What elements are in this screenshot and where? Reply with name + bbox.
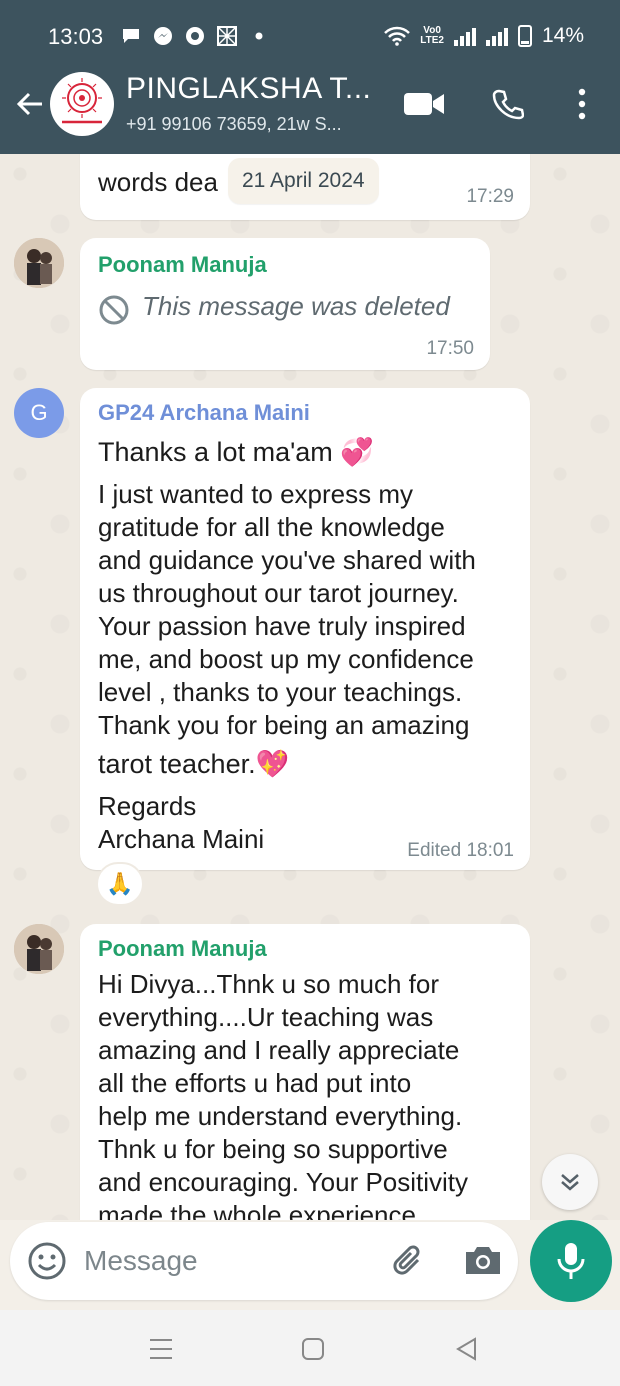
battery-percent: 14% <box>541 24 584 47</box>
message-text: Hi Divya...Thnk u so much for everything… <box>98 969 469 1220</box>
double-chevron-down-icon <box>561 1174 579 1191</box>
chat-messages[interactable]: words dea 17:29 21 April 2024 Poonam Man… <box>0 154 620 1220</box>
message-time: 18:01 <box>466 840 514 861</box>
group-avatar[interactable] <box>50 72 114 136</box>
scroll-to-bottom-button[interactable] <box>542 1154 598 1210</box>
recent-apps-button[interactable] <box>146 1334 176 1364</box>
more-options-button[interactable] <box>560 82 604 126</box>
message-text: I just wanted to express my gratitude fo… <box>98 479 476 740</box>
date-chip: 21 April 2024 <box>228 158 379 204</box>
message-input[interactable] <box>84 1240 364 1282</box>
video-call-button[interactable] <box>402 82 446 126</box>
voice-call-icon <box>492 89 524 120</box>
more-options-icon <box>578 88 586 120</box>
edited-label: Edited <box>407 840 462 861</box>
message-last-line: tarot teacher.💖 <box>98 749 290 779</box>
person-photo <box>14 924 64 974</box>
sender-name: Poonam Manuja <box>98 252 267 277</box>
grid-app-icon <box>217 26 237 46</box>
avatar-letter: G <box>30 400 48 425</box>
chat-bubble-icon <box>123 29 139 43</box>
notification-icons <box>120 26 270 46</box>
chat-subtitle[interactable]: +91 99106 73659, 21w S... <box>126 114 342 135</box>
sender-name: GP24 Archana Maini <box>98 400 310 425</box>
status-time: 13:03 <box>48 24 104 49</box>
person-photo <box>14 238 64 288</box>
message-first-line: Thanks a lot ma'am 💞 <box>98 437 374 467</box>
avatar[interactable]: G <box>14 388 64 438</box>
volte-indicator: Vo0 LTE2 <box>420 26 444 46</box>
avatar[interactable] <box>14 924 64 974</box>
message-composer <box>10 1222 518 1300</box>
message-bubble[interactable]: GP24 Archana Maini Thanks a lot ma'am 💞 … <box>80 388 530 870</box>
pinglaksha-logo <box>60 78 104 126</box>
status-right: Vo0 LTE2 14% <box>384 24 584 48</box>
whatsapp-status-icon <box>186 27 204 45</box>
signal-icon-2 <box>485 26 508 46</box>
attach-icon[interactable] <box>388 1240 430 1282</box>
back-button[interactable] <box>452 1334 482 1364</box>
video-call-icon <box>404 93 444 115</box>
back-arrow-icon[interactable] <box>12 86 48 122</box>
message-bubble[interactable]: Poonam Manuja Hi Divya...Thnk u so much … <box>80 924 530 1220</box>
emoji-icon[interactable] <box>26 1240 68 1282</box>
reaction-badge[interactable]: 🙏 <box>96 862 144 906</box>
camera-icon[interactable] <box>462 1240 504 1282</box>
microphone-icon <box>557 1243 585 1279</box>
battery-icon <box>517 25 532 47</box>
sender-name: Poonam Manuja <box>98 936 267 961</box>
system-navigation-bar <box>0 1310 620 1386</box>
wifi-icon <box>384 26 411 46</box>
voice-record-button[interactable] <box>530 1220 612 1302</box>
message-text: words dea <box>98 167 218 197</box>
messenger-icon <box>154 27 172 45</box>
dot-icon <box>255 32 263 40</box>
message-signature: Regards Archana Maini <box>98 791 265 854</box>
home-square-icon <box>302 1338 324 1360</box>
voice-call-button[interactable] <box>486 82 530 126</box>
status-bar: 13:03 Vo0 LTE2 14% <box>0 0 620 70</box>
back-triangle-icon <box>456 1337 476 1361</box>
deleted-message-icon <box>99 295 129 325</box>
home-button[interactable] <box>298 1334 328 1364</box>
message-time: 17:29 <box>466 186 514 207</box>
deleted-message-text: This message was deleted <box>142 291 450 321</box>
volte-line-2: LTE2 <box>420 35 444 46</box>
signal-icon-1 <box>453 26 476 46</box>
chat-header: PINGLAKSHA T... +91 99106 73659, 21w S..… <box>0 70 620 154</box>
message-time: 17:50 <box>426 338 474 359</box>
menu-lines-icon <box>150 1339 172 1359</box>
avatar[interactable] <box>14 238 64 288</box>
chat-title[interactable]: PINGLAKSHA T... <box>126 72 371 106</box>
message-bubble[interactable]: Poonam Manuja This message was deleted 1… <box>80 238 490 370</box>
